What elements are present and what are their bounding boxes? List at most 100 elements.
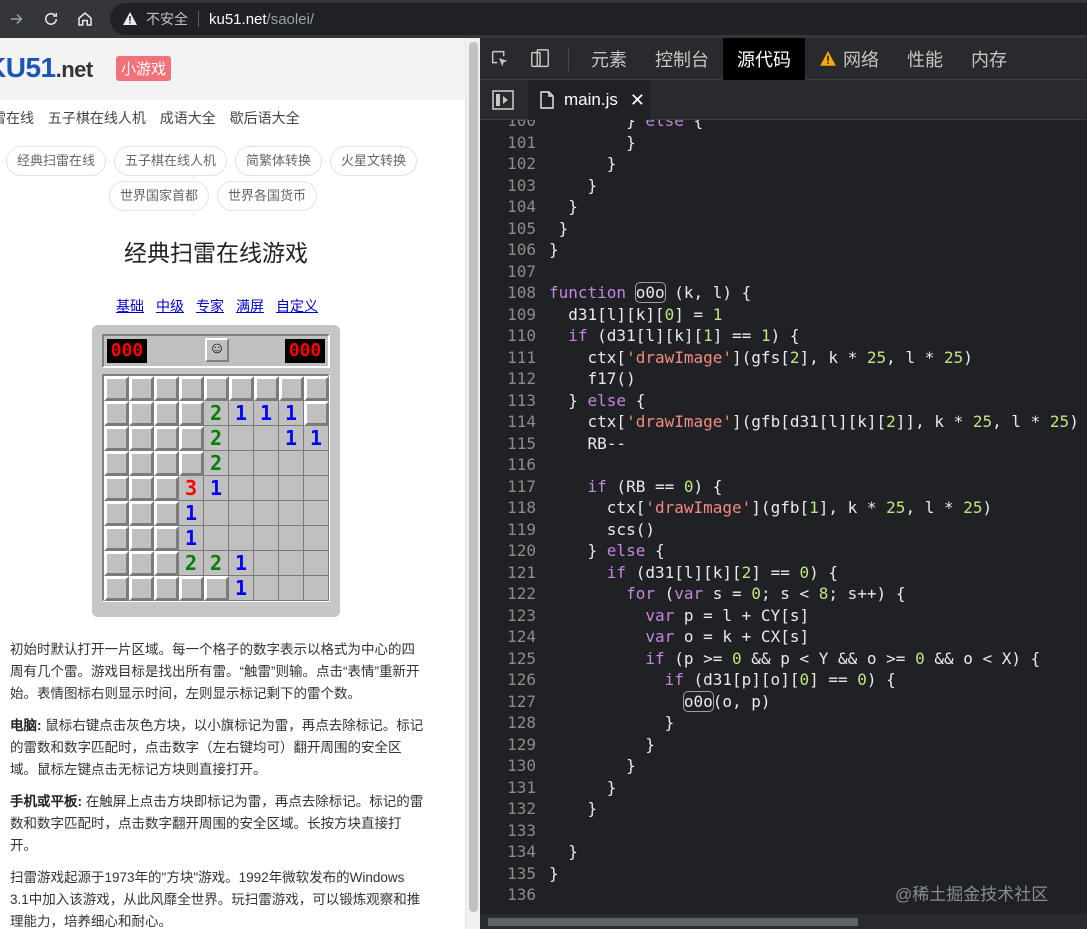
empty-cell[interactable] — [279, 451, 304, 476]
empty-cell[interactable] — [304, 576, 329, 601]
line-number[interactable]: 126 — [480, 669, 536, 691]
line-number[interactable]: 109 — [480, 304, 536, 326]
number-cell[interactable]: 1 — [229, 576, 254, 601]
tab-memory[interactable]: 内存 — [957, 38, 1021, 80]
unopened-cell[interactable] — [129, 401, 154, 426]
number-cell[interactable]: 2 — [179, 551, 204, 576]
unopened-cell[interactable] — [179, 426, 204, 451]
line-number[interactable]: 119 — [480, 519, 536, 541]
empty-cell[interactable] — [254, 551, 279, 576]
pill-link[interactable]: 火星文转换 — [330, 146, 418, 176]
unopened-cell[interactable] — [129, 451, 154, 476]
line-number[interactable]: 131 — [480, 777, 536, 799]
line-number[interactable]: 136 — [480, 884, 536, 906]
empty-cell[interactable] — [304, 526, 329, 551]
pill-link[interactable]: 五子棋在线人机 — [114, 146, 228, 176]
line-number[interactable]: 123 — [480, 605, 536, 627]
unopened-cell[interactable] — [104, 576, 129, 601]
line-number[interactable]: 112 — [480, 368, 536, 390]
toggle-navigator-icon[interactable] — [492, 90, 514, 110]
page-scrollbar[interactable] — [465, 38, 480, 929]
number-cell[interactable]: 1 — [229, 401, 254, 426]
empty-cell[interactable] — [229, 426, 254, 451]
unopened-cell[interactable] — [129, 576, 154, 601]
number-cell[interactable]: 1 — [204, 476, 229, 501]
unopened-cell[interactable] — [154, 426, 179, 451]
site-logo[interactable]: KU51.net — [0, 52, 107, 84]
empty-cell[interactable] — [254, 526, 279, 551]
unopened-cell[interactable] — [304, 401, 329, 426]
line-number[interactable]: 107 — [480, 261, 536, 283]
pill-link[interactable]: 世界国家首都 — [109, 181, 210, 211]
empty-cell[interactable] — [229, 501, 254, 526]
line-number[interactable]: 129 — [480, 734, 536, 756]
line-number[interactable]: 125 — [480, 648, 536, 670]
unopened-cell[interactable] — [104, 551, 129, 576]
line-number[interactable]: 108 — [480, 282, 536, 304]
unopened-cell[interactable] — [229, 376, 254, 401]
empty-cell[interactable] — [304, 551, 329, 576]
unopened-cell[interactable] — [104, 451, 129, 476]
empty-cell[interactable] — [254, 476, 279, 501]
top-link[interactable]: 五子棋在线人机 — [48, 110, 146, 126]
unopened-cell[interactable] — [154, 501, 179, 526]
inspect-element-button[interactable] — [480, 38, 520, 80]
empty-cell[interactable] — [279, 526, 304, 551]
line-number[interactable]: 118 — [480, 497, 536, 519]
unopened-cell[interactable] — [129, 501, 154, 526]
top-link[interactable]: 歇后语大全 — [230, 110, 300, 126]
number-cell[interactable]: 2 — [204, 401, 229, 426]
line-number[interactable]: 106 — [480, 239, 536, 261]
empty-cell[interactable] — [204, 526, 229, 551]
unopened-cell[interactable] — [104, 501, 129, 526]
tab-elements[interactable]: 元素 — [577, 38, 641, 80]
line-number[interactable]: 127 — [480, 691, 536, 713]
unopened-cell[interactable] — [154, 476, 179, 501]
unopened-cell[interactable] — [154, 526, 179, 551]
unopened-cell[interactable] — [104, 376, 129, 401]
line-number[interactable]: 103 — [480, 175, 536, 197]
tab-sources[interactable]: 源代码 — [723, 37, 805, 80]
unopened-cell[interactable] — [129, 376, 154, 401]
level-link[interactable]: 基础 — [116, 296, 144, 316]
line-number[interactable]: 115 — [480, 433, 536, 455]
close-icon[interactable]: ✕ — [630, 90, 645, 111]
line-number[interactable]: 100 — [480, 120, 536, 132]
top-link[interactable]: 成语大全 — [160, 110, 216, 126]
line-number[interactable]: 116 — [480, 454, 536, 476]
empty-cell[interactable] — [304, 476, 329, 501]
unopened-cell[interactable] — [204, 376, 229, 401]
unopened-cell[interactable] — [304, 376, 329, 401]
unopened-cell[interactable] — [154, 551, 179, 576]
device-toolbar-button[interactable] — [520, 38, 560, 80]
forward-button[interactable] — [0, 0, 34, 38]
unopened-cell[interactable] — [179, 451, 204, 476]
file-tab-main-js[interactable]: main.js ✕ — [528, 80, 650, 120]
unopened-cell[interactable] — [129, 426, 154, 451]
line-number[interactable]: 121 — [480, 562, 536, 584]
number-cell[interactable]: 1 — [179, 501, 204, 526]
unopened-cell[interactable] — [104, 526, 129, 551]
unopened-cell[interactable] — [129, 476, 154, 501]
reload-button[interactable] — [34, 0, 68, 38]
scrollbar-thumb[interactable] — [469, 42, 478, 912]
empty-cell[interactable] — [254, 501, 279, 526]
unopened-cell[interactable] — [254, 376, 279, 401]
unopened-cell[interactable] — [179, 376, 204, 401]
line-number[interactable]: 128 — [480, 712, 536, 734]
horizontal-scrollbar[interactable] — [480, 914, 1087, 929]
line-number[interactable]: 133 — [480, 820, 536, 842]
number-cell[interactable]: 1 — [304, 426, 329, 451]
code-editor[interactable]: 100 } else {101 } 102 } 103 } 104 } 105 } 106… — [480, 120, 1087, 916]
line-number[interactable]: 111 — [480, 347, 536, 369]
number-cell[interactable]: 3 — [179, 476, 204, 501]
top-link[interactable]: 雷在线 — [0, 110, 34, 126]
level-link[interactable]: 自定义 — [276, 296, 318, 316]
level-link[interactable]: 满屏 — [236, 296, 264, 316]
line-number[interactable]: 132 — [480, 798, 536, 820]
line-number[interactable]: 120 — [480, 540, 536, 562]
unopened-cell[interactable] — [154, 451, 179, 476]
tab-console[interactable]: 控制台 — [641, 38, 723, 80]
pill-link[interactable]: 经典扫雷在线 — [6, 146, 107, 176]
empty-cell[interactable] — [304, 451, 329, 476]
